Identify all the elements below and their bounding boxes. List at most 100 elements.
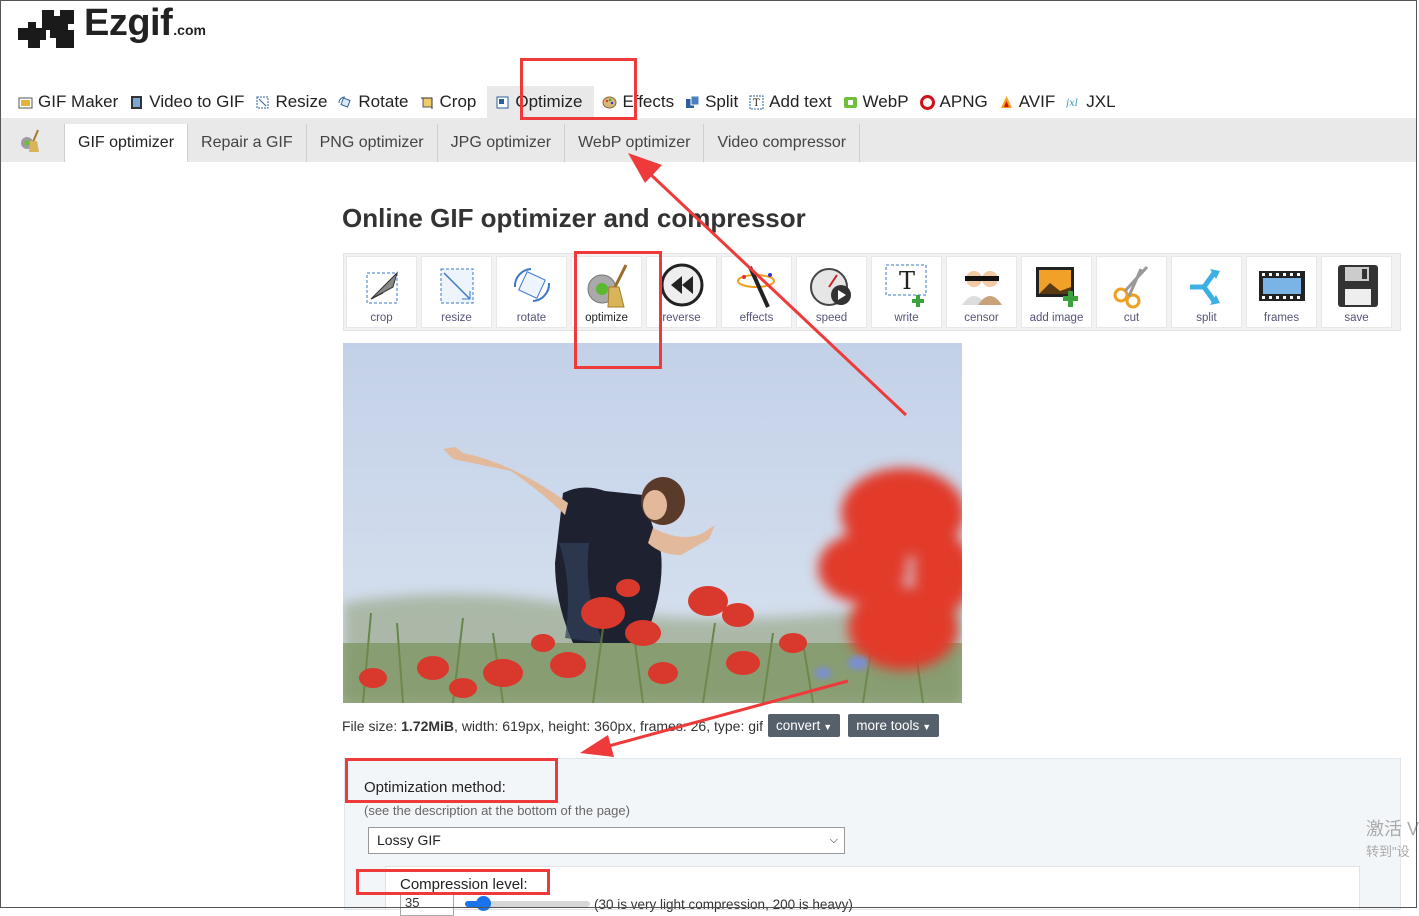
tool-speed[interactable]: speed xyxy=(796,256,867,328)
tool-cut[interactable]: cut xyxy=(1096,256,1167,328)
nav-label: Video to GIF xyxy=(149,92,245,111)
optimize-icon xyxy=(496,96,509,108)
tool-label: rotate xyxy=(516,312,547,324)
compression-level-input[interactable]: 35 xyxy=(400,894,454,916)
tool-toolbar: crop resize rotate optimize reverse effe… xyxy=(343,253,1401,331)
effects-tool-icon xyxy=(736,266,775,308)
nav-rotate[interactable]: Rotate xyxy=(334,86,415,118)
nav-label: WebP xyxy=(862,92,909,111)
chevron-down-icon: ⌵ xyxy=(829,834,838,846)
tab-repair-gif[interactable]: Repair a GIF xyxy=(188,124,307,162)
page-title: Online GIF optimizer and compressor xyxy=(342,203,806,233)
tool-label: reverse xyxy=(662,312,701,324)
tab-webp-optimizer[interactable]: WebP optimizer xyxy=(565,124,705,162)
rotate-tool-icon xyxy=(513,268,550,302)
tool-label: split xyxy=(1196,312,1217,324)
nav-crop[interactable]: Crop xyxy=(416,86,484,118)
tab-png-optimizer[interactable]: PNG optimizer xyxy=(307,124,438,162)
nav-label: Split xyxy=(705,92,739,111)
tool-label: write xyxy=(894,312,919,324)
nav-webp[interactable]: WebP xyxy=(839,86,916,118)
tool-crop[interactable]: crop xyxy=(346,256,417,328)
nav-label: Crop xyxy=(439,92,477,111)
more-tools-label: more tools xyxy=(856,718,920,733)
speed-tool-icon xyxy=(809,268,851,306)
nav-video-to-gif[interactable]: Video to GIF xyxy=(125,86,251,118)
annotation-box-compression xyxy=(356,869,550,895)
annotation-box-optimize-nav xyxy=(520,58,637,120)
more-tools-button[interactable]: more tools ▼ xyxy=(848,714,940,737)
apng-icon xyxy=(919,94,935,110)
gif-maker-icon xyxy=(18,97,33,108)
convert-button[interactable]: convert ▼ xyxy=(768,714,841,737)
caret-down-icon: ▼ xyxy=(922,722,932,732)
webp-icon xyxy=(843,96,857,108)
split-tool-icon xyxy=(1189,269,1220,305)
jxl-icon: jxl xyxy=(1066,98,1078,109)
tab-video-compressor[interactable]: Video compressor xyxy=(704,124,861,162)
nav-apng[interactable]: APNG xyxy=(916,86,995,118)
tool-resize[interactable]: resize xyxy=(421,256,492,328)
tool-label: effects xyxy=(739,312,774,324)
avif-icon xyxy=(1000,95,1012,108)
tool-rotate[interactable]: rotate xyxy=(496,256,567,328)
tool-split[interactable]: split xyxy=(1171,256,1242,328)
add-text-icon: T xyxy=(749,95,764,109)
crop-tool-icon xyxy=(366,271,398,304)
file-info-prefix: File size: xyxy=(342,717,398,734)
tool-label: save xyxy=(1344,312,1369,324)
svg-text:jxl: jxl xyxy=(1066,98,1078,109)
resize-icon xyxy=(256,96,269,108)
tool-label: frames xyxy=(1263,312,1300,324)
compression-slider-thumb[interactable] xyxy=(476,896,491,911)
nav-label: JXL xyxy=(1086,92,1116,111)
file-info-details: , width: 619px, height: 360px, frames: 2… xyxy=(454,717,764,734)
rotate-icon xyxy=(338,96,352,108)
add-image-tool-icon xyxy=(1035,267,1078,307)
svg-text:T: T xyxy=(753,98,760,109)
nav-label: AVIF xyxy=(1018,92,1056,111)
caret-down-icon: ▼ xyxy=(823,722,833,732)
resize-tool-icon xyxy=(440,268,473,304)
film-icon xyxy=(131,95,143,109)
tab-gif-optimizer[interactable]: GIF optimizer xyxy=(64,124,189,162)
ezgif-logo[interactable]: Ezgif .com xyxy=(16,2,206,52)
nav-split[interactable]: Split xyxy=(681,86,745,118)
broom-home-icon[interactable] xyxy=(18,128,44,154)
nav-add-text[interactable]: T Add text xyxy=(745,86,838,118)
tool-save[interactable]: save xyxy=(1321,256,1392,328)
brand-suffix: .com xyxy=(173,22,206,38)
tool-write[interactable]: T write xyxy=(871,256,942,328)
scissors-tool-icon xyxy=(1113,265,1148,309)
file-info: File size: 1.72MiB, width: 619px, height… xyxy=(342,714,940,737)
split-icon xyxy=(686,95,700,108)
tool-frames[interactable]: frames xyxy=(1246,256,1317,328)
activation-watermark: 激活 V xyxy=(1366,819,1419,839)
nav-label: GIF Maker xyxy=(38,92,119,111)
tool-label: cut xyxy=(1123,312,1140,324)
write-tool-icon: T xyxy=(885,264,926,307)
reverse-tool-icon xyxy=(660,263,703,307)
nav-gif-maker[interactable]: GIF Maker xyxy=(14,86,125,118)
selected-method: Lossy GIF xyxy=(377,832,441,848)
convert-label: convert xyxy=(776,718,821,733)
nav-resize[interactable]: Resize xyxy=(251,86,334,118)
save-tool-icon xyxy=(1337,265,1378,307)
tool-censor[interactable]: censor xyxy=(946,256,1017,328)
annotation-box-method xyxy=(345,758,558,803)
nav-label: Rotate xyxy=(358,92,409,111)
svg-text:T: T xyxy=(899,267,915,295)
nav-label: APNG xyxy=(939,92,988,111)
nav-label: Add text xyxy=(769,92,832,111)
tool-label: speed xyxy=(815,312,848,324)
puzzle-logo-icon xyxy=(18,10,74,48)
tool-add-image[interactable]: add image xyxy=(1021,256,1092,328)
tool-effects[interactable]: effects xyxy=(721,256,792,328)
tool-label: crop xyxy=(370,312,393,324)
nav-jxl[interactable]: jxl JXL xyxy=(1062,86,1122,118)
optimization-method-select[interactable]: Lossy GIF ⌵ xyxy=(368,827,845,854)
sub-nav-tabs: GIF optimizer Repair a GIF PNG optimizer… xyxy=(64,124,861,162)
tab-jpg-optimizer[interactable]: JPG optimizer xyxy=(438,124,566,162)
nav-avif[interactable]: AVIF xyxy=(995,86,1063,118)
file-size-value: 1.72MiB xyxy=(401,717,455,734)
